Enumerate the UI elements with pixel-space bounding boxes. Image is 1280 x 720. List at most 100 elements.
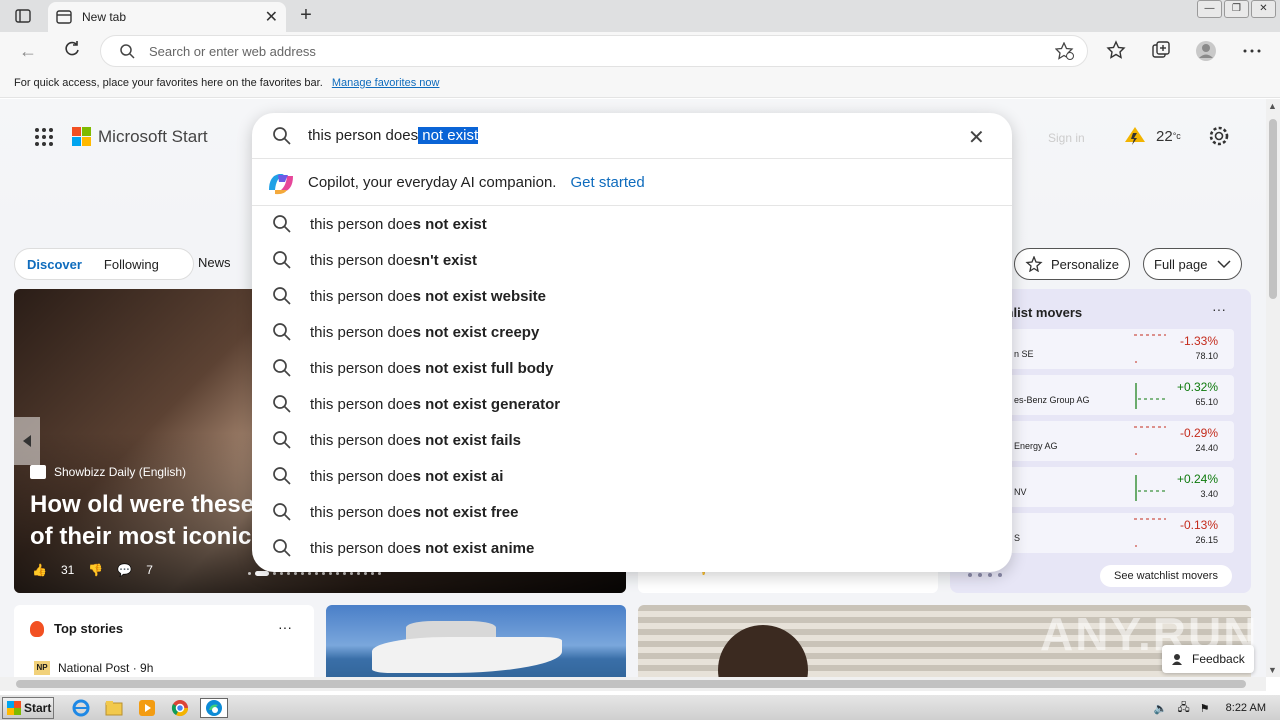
dislike-icon[interactable]: 👎 — [88, 563, 103, 577]
feedback-button[interactable]: Feedback — [1162, 645, 1254, 673]
tab-actions-button[interactable] — [8, 6, 38, 26]
chrome-taskbar-icon[interactable] — [169, 698, 191, 718]
manage-favorites-link[interactable]: Manage favorites now — [332, 77, 440, 89]
browser-tab[interactable]: New tab ✕ — [48, 2, 286, 32]
vertical-scroll-thumb[interactable] — [1269, 119, 1277, 299]
suggestion-prefix: this person doe — [310, 287, 413, 305]
weather-thunder-icon — [1125, 127, 1145, 145]
system-tray: 🔈 🖧 ⚑ 8:22 AM — [1154, 696, 1280, 720]
profile-avatar-icon[interactable] — [1195, 40, 1217, 62]
suggestion-prefix: this person doe — [310, 395, 413, 413]
app-launcher-icon[interactable] — [34, 127, 54, 147]
suggestion-prefix: this person doe — [310, 323, 413, 341]
full-page-label: Full page — [1154, 256, 1208, 272]
source-logo-icon — [30, 465, 46, 479]
search-box[interactable]: this person does not exist ✕ — [252, 113, 1012, 159]
suggestion-completion: s not exist free — [412, 503, 519, 521]
clock[interactable]: 8:22 AM — [1226, 702, 1266, 714]
national-post-logo: NP — [34, 661, 50, 675]
start-button[interactable]: Start — [2, 697, 54, 719]
restore-button[interactable]: ❐ — [1224, 0, 1249, 18]
more-options-icon[interactable] — [1241, 40, 1263, 62]
copilot-suggestion[interactable]: Copilot, your everyday AI companion. Get… — [252, 160, 1012, 206]
refresh-button[interactable] — [60, 40, 84, 62]
suggestion-completion: s not exist fails — [412, 431, 521, 449]
suggestion-prefix: this person doe — [310, 431, 413, 449]
search-icon — [120, 44, 135, 59]
collections-icon[interactable] — [1150, 40, 1172, 62]
watchlist-dots — [968, 573, 1008, 577]
explorer-taskbar-icon[interactable] — [103, 698, 125, 718]
horizontal-scrollbar[interactable] — [0, 677, 1266, 691]
search-suggestion[interactable]: this person doe s not exist full body — [252, 350, 1012, 386]
search-suggestion[interactable]: this person doe s not exist website — [252, 278, 1012, 314]
close-window-button[interactable]: ✕ — [1251, 0, 1276, 18]
edge-taskbar-icon[interactable] — [200, 698, 228, 718]
sparkline — [1134, 518, 1166, 547]
stock-change: -1.33% — [1179, 334, 1218, 348]
minimize-button[interactable]: — — [1197, 0, 1222, 18]
temperature-unit: °c — [1172, 131, 1181, 141]
stock-change: -0.29% — [1179, 426, 1218, 440]
close-tab-icon[interactable]: ✕ — [265, 7, 278, 27]
suggestion-completion: s not exist generator — [412, 395, 561, 413]
tab-following[interactable]: Following — [104, 257, 159, 272]
search-suggestion[interactable]: this person doe s not exist ai — [252, 458, 1012, 494]
vertical-scrollbar[interactable]: ▲ ▼ — [1266, 99, 1280, 677]
scroll-up-icon[interactable]: ▲ — [1268, 101, 1277, 111]
horizontal-scroll-thumb[interactable] — [16, 680, 1246, 688]
personalize-button[interactable]: Personalize — [1014, 248, 1130, 280]
ie-taskbar-icon[interactable] — [70, 698, 92, 718]
stock-name: NV — [1014, 487, 1027, 497]
suggestion-prefix: this person doe — [310, 359, 413, 377]
back-button[interactable]: ← — [16, 40, 40, 62]
search-suggestion[interactable]: this person doe s not exist free — [252, 494, 1012, 530]
signin-link[interactable]: Sign in — [1048, 131, 1085, 145]
new-tab-button[interactable]: + — [294, 5, 318, 27]
top-stories-more-icon[interactable]: ··· — [278, 619, 292, 635]
top-story-source[interactable]: NP National Post · 9h — [34, 661, 153, 675]
full-page-dropdown[interactable]: Full page — [1143, 248, 1243, 280]
person-head — [718, 625, 808, 677]
volume-icon[interactable]: 🔈 — [1154, 702, 1168, 715]
top-story-source-name: National Post · 9h — [58, 661, 154, 675]
media-player-taskbar-icon[interactable] — [136, 698, 158, 718]
search-suggestion[interactable]: this person doe s not exist creepy — [252, 314, 1012, 350]
personalize-label: Personalize — [1051, 256, 1119, 272]
add-favorite-icon[interactable] — [1055, 42, 1075, 60]
search-suggestion[interactable]: this person doe s not exist — [252, 206, 1012, 242]
action-center-icon[interactable]: ⚑ — [1200, 702, 1210, 715]
see-watchlist-button[interactable]: See watchlist movers — [1100, 565, 1232, 587]
chevron-left-icon — [23, 435, 31, 447]
tab-discover[interactable]: Discover — [27, 257, 82, 272]
stock-price: 24.40 — [1195, 443, 1218, 453]
stock-change: -0.13% — [1179, 518, 1218, 532]
search-query[interactable]: this person does not exist — [308, 127, 479, 144]
suggestion-completion: s not exist anime — [412, 539, 535, 557]
like-icon[interactable]: 👍 — [32, 563, 47, 577]
stock-price: 78.10 — [1195, 351, 1218, 361]
stock-name: n SE — [1014, 349, 1034, 359]
search-suggestion[interactable]: this person doe s not exist anime — [252, 530, 1012, 566]
clear-search-icon[interactable]: ✕ — [968, 125, 985, 150]
personalize-star-icon — [1025, 256, 1043, 272]
address-bar[interactable]: Search or enter web address — [100, 35, 1088, 67]
microsoft-start-logo[interactable]: Microsoft Start — [72, 127, 208, 147]
scroll-down-icon[interactable]: ▼ — [1268, 665, 1277, 675]
network-icon[interactable]: 🖧 — [1178, 699, 1190, 718]
search-suggestion[interactable]: this person doe s not exist fails — [252, 422, 1012, 458]
tab-news[interactable]: News — [198, 255, 231, 270]
comment-icon[interactable]: 💬 — [117, 563, 132, 577]
boat-image-card[interactable] — [326, 605, 626, 677]
settings-gear-icon[interactable] — [1208, 125, 1230, 147]
stock-name: Energy AG — [1014, 441, 1058, 451]
search-suggestion[interactable]: this person doe sn't exist — [252, 242, 1012, 278]
copilot-get-started-link[interactable]: Get started — [570, 174, 644, 191]
copilot-logo-icon — [269, 173, 293, 194]
search-icon — [273, 127, 291, 145]
search-suggestion[interactable]: this person doe s not exist generator — [252, 386, 1012, 422]
watchlist-more-icon[interactable]: ··· — [1212, 301, 1226, 317]
weather-widget[interactable]: 22 °c — [1122, 125, 1181, 147]
carousel-prev-button[interactable] — [14, 417, 40, 465]
favorites-icon[interactable] — [1106, 40, 1128, 62]
